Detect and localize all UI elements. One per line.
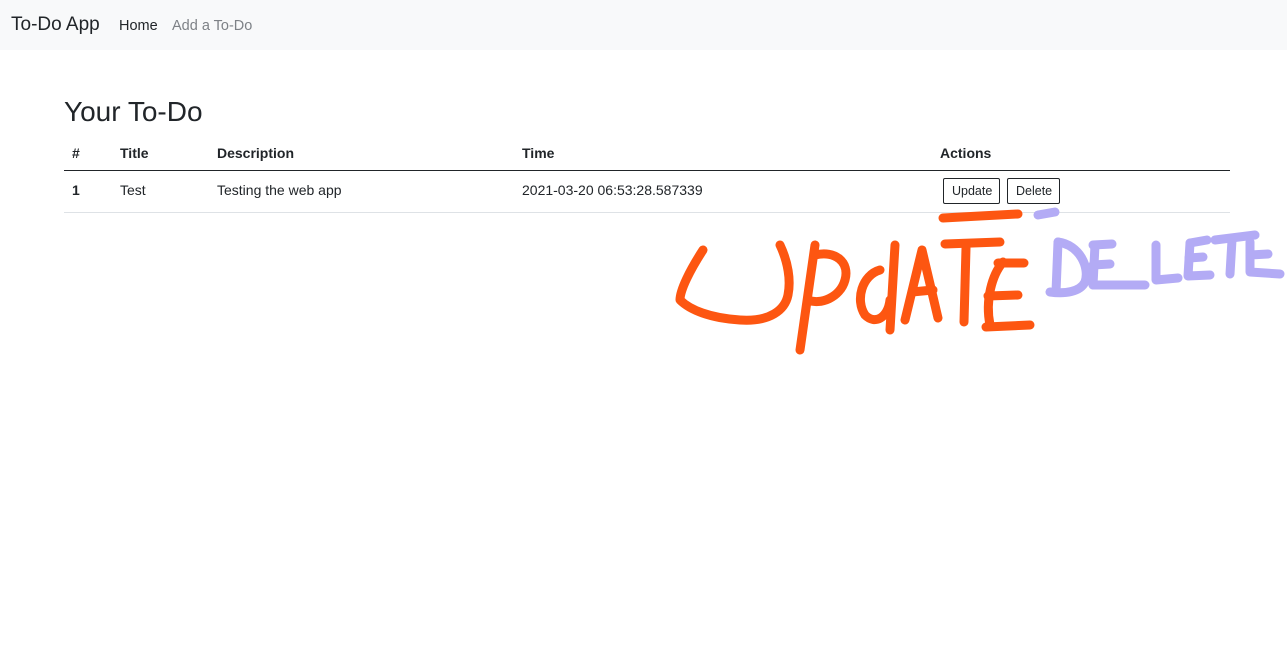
nav-link-home[interactable]: Home: [119, 17, 158, 35]
row-description: Testing the web app: [217, 182, 342, 198]
nav-link-add-todo[interactable]: Add a To-Do: [172, 17, 252, 35]
row-time: 2021-03-20 06:53:28.587339: [522, 182, 703, 198]
table-row: 1 Test Testing the web app 2021-03-20 06…: [64, 171, 1230, 213]
navbar: To-Do App Home Add a To-Do: [0, 0, 1287, 50]
table-header-row: # Title Description Time Actions: [64, 137, 1230, 171]
header-time: Time: [522, 145, 555, 161]
header-actions: Actions: [940, 145, 992, 161]
header-number: #: [72, 145, 80, 161]
page-title: Your To-Do: [64, 96, 203, 127]
row-title: Test: [120, 182, 146, 198]
header-title: Title: [120, 145, 149, 161]
delete-button[interactable]: Delete: [1007, 178, 1060, 204]
row-number: 1: [72, 182, 80, 198]
todo-table: # Title Description Time Actions 1 Test …: [64, 137, 1230, 213]
update-button[interactable]: Update: [943, 178, 1000, 204]
handwritten-update-annotation: [675, 209, 1035, 355]
handwritten-delete-annotation: [1033, 207, 1285, 298]
navbar-brand[interactable]: To-Do App: [11, 14, 100, 36]
header-description: Description: [217, 145, 295, 161]
